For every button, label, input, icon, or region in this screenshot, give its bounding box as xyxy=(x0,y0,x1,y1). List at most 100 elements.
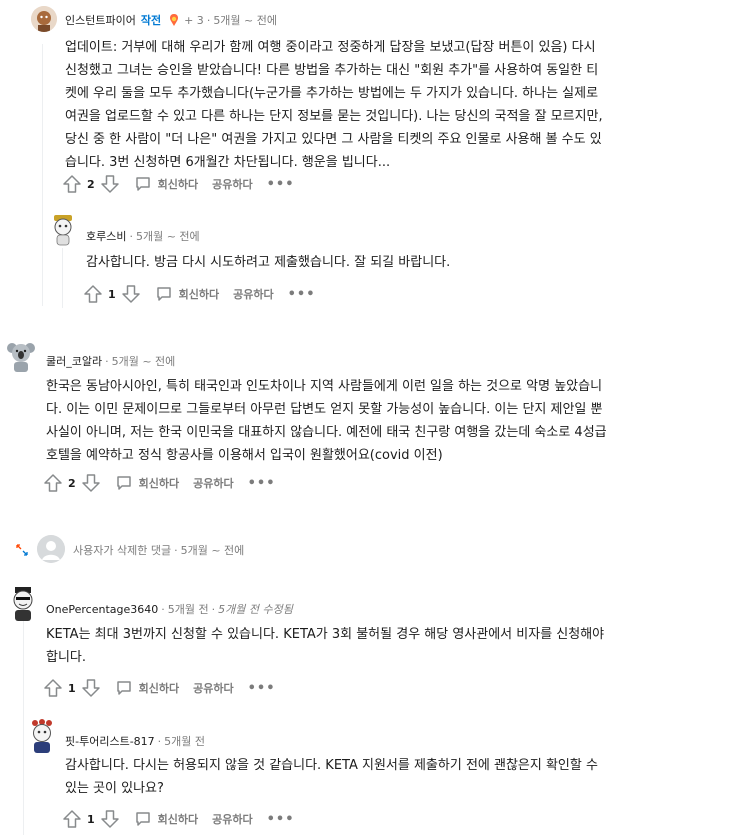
comment-meta: OnePercentage3640 · 5개월 전 · 5개월 전 수정됨 xyxy=(46,601,293,617)
more-options-button[interactable]: ••• xyxy=(267,812,295,827)
comment-time[interactable]: 5개월 ~ 전에 xyxy=(181,542,245,558)
reply-label: 회신하다 xyxy=(138,477,180,490)
downvote-icon[interactable] xyxy=(100,809,120,829)
comment-body: 감사합니다. 다시는 허용되지 않을 것 같습니다. KETA 지원서를 제출하… xyxy=(65,754,598,800)
user-avatar[interactable] xyxy=(50,213,76,247)
vote-count: 2 xyxy=(87,177,95,191)
reply-label: 회신하다 xyxy=(178,288,220,301)
downvote-icon[interactable] xyxy=(81,473,101,493)
comment-meta: 사용자가 삭제한 댓글 · 5개월 ~ 전에 xyxy=(73,542,244,558)
upvote-icon[interactable] xyxy=(62,809,82,829)
comment-line: KETA는 최대 3번까지 신청할 수 있습니다. KETA가 3회 불허될 경… xyxy=(46,627,605,642)
award-count: + 3 xyxy=(184,13,204,27)
upvote-icon[interactable] xyxy=(43,678,63,698)
downvote-icon[interactable] xyxy=(121,284,141,304)
deleted-label: 사용자가 삭제한 댓글 xyxy=(73,544,172,557)
user-avatar[interactable] xyxy=(27,718,57,754)
comment-body: 감사합니다. 방금 다시 시도하려고 제출했습니다. 잘 되길 바랍니다. xyxy=(86,251,450,274)
comment-actions: 2 회신하다 공유하다 ••• xyxy=(43,471,276,495)
username[interactable]: OnePercentage3640 xyxy=(46,603,158,616)
default-avatar-icon xyxy=(37,535,65,563)
comment-line: 켓에 우리 둘을 모두 추가했습니다(누군가를 추가하는 방법에는 두 가지가 … xyxy=(65,86,599,101)
share-button[interactable]: 공유하다 xyxy=(212,811,252,827)
more-options-button[interactable]: ••• xyxy=(248,476,276,491)
avatar-icon xyxy=(31,6,57,32)
reply-label: 회신하다 xyxy=(157,178,199,191)
reply-button[interactable]: 회신하다 xyxy=(115,679,179,697)
more-options-button[interactable]: ••• xyxy=(248,681,276,696)
meta-separator: · xyxy=(129,229,133,243)
reply-label: 회신하다 xyxy=(157,813,199,826)
comment-time[interactable]: 5개월 ~ 전에 xyxy=(213,12,277,28)
award-icon[interactable] xyxy=(167,13,181,27)
username[interactable]: 핏-투어리스트-817 xyxy=(65,733,155,749)
more-options-button[interactable]: ••• xyxy=(288,287,316,302)
username[interactable]: 쿨러_코알라 xyxy=(46,353,102,369)
comment-line: 있는 곳이 있나요? xyxy=(65,781,164,796)
user-avatar[interactable] xyxy=(8,586,38,622)
meta-separator: · xyxy=(211,602,216,616)
comment-meta: 호루스비 · 5개월 ~ 전에 xyxy=(86,228,200,244)
more-options-button[interactable]: ••• xyxy=(267,177,295,192)
comment-line: 사실이 아니며, 저는 한국 이민국을 대표하지 않습니다. 예전에 태국 친구… xyxy=(46,425,607,440)
deleted-avatar xyxy=(37,535,65,563)
comment-bubble-icon xyxy=(116,476,131,490)
comment-body: 업데이트: 거부에 대해 우리가 함께 여행 중이라고 정중하게 답장을 보냈고… xyxy=(65,36,603,174)
reply-button[interactable]: 회신하다 xyxy=(115,474,179,492)
meta-separator: · xyxy=(206,13,211,27)
comment-line: 감사합니다. 방금 다시 시도하려고 제출했습니다. 잘 되길 바랍니다. xyxy=(86,255,451,270)
upvote-icon[interactable] xyxy=(43,473,63,493)
avatar-icon xyxy=(13,587,33,621)
thread-line[interactable] xyxy=(42,44,43,306)
upvote-icon[interactable] xyxy=(83,284,103,304)
reply-label: 회신하다 xyxy=(138,682,180,695)
username[interactable]: 인스턴트파이어 xyxy=(65,12,136,28)
share-button[interactable]: 공유하다 xyxy=(193,680,233,696)
username[interactable]: 호루스비 xyxy=(86,228,126,244)
comment-time[interactable]: 5개월 전 xyxy=(168,601,209,617)
share-button[interactable]: 공유하다 xyxy=(193,475,233,491)
reply-button[interactable]: 회신하다 xyxy=(134,810,198,828)
thread-line[interactable] xyxy=(62,248,63,308)
comment-line: 신청했고 그녀는 승인을 받았습니다! 다른 방법을 추가하는 대신 "회원 추… xyxy=(65,63,599,78)
downvote-icon[interactable] xyxy=(100,174,120,194)
reply-button[interactable]: 회신하다 xyxy=(134,175,198,193)
comment-time[interactable]: 5개월 ~ 전에 xyxy=(136,228,200,244)
comment-body: 한국은 동남아시아인, 특히 태국인과 인도차이나 지역 사람들에게 이런 일을… xyxy=(46,375,607,467)
reply-button[interactable]: 회신하다 xyxy=(155,285,219,303)
comment-line: 당신 중 한 사람이 "더 나은" 여권을 가지고 있다면 그 사람을 티켓의 … xyxy=(65,132,602,147)
comment-meta: 핏-투어리스트-817 · 5개월 전 xyxy=(65,733,205,749)
comment-bubble-icon xyxy=(116,681,131,695)
comment-line: 합니다. xyxy=(46,650,87,665)
user-avatar[interactable] xyxy=(31,6,57,32)
op-badge: 작전 xyxy=(140,14,162,27)
downvote-icon[interactable] xyxy=(81,678,101,698)
vote-count: 2 xyxy=(68,476,76,490)
thread-line[interactable] xyxy=(23,620,24,835)
share-button[interactable]: 공유하다 xyxy=(233,286,273,302)
vote-count: 1 xyxy=(68,681,76,695)
expand-thread-icon[interactable] xyxy=(15,542,29,561)
upvote-icon[interactable] xyxy=(62,174,82,194)
meta-separator: · xyxy=(174,543,178,557)
user-avatar[interactable] xyxy=(6,338,36,374)
meta-separator: · xyxy=(161,602,165,616)
comment-time[interactable]: 5개월 전 xyxy=(164,733,205,749)
edited-label: 5개월 전 수정됨 xyxy=(218,603,293,616)
comment-bubble-icon xyxy=(135,812,150,826)
comment-line: 업데이트: 거부에 대해 우리가 함께 여행 중이라고 정중하게 답장을 보냈고… xyxy=(65,40,596,55)
comment-actions: 1 회신하다 공유하다 ••• xyxy=(83,282,316,306)
comment-time[interactable]: 5개월 ~ 전에 xyxy=(112,353,176,369)
comment-meta: 인스턴트파이어 작전 + 3 · 5개월 ~ 전에 xyxy=(65,12,277,28)
avatar-icon xyxy=(54,215,72,246)
share-button[interactable]: 공유하다 xyxy=(212,176,252,192)
vote-count: 1 xyxy=(87,812,95,826)
avatar-icon xyxy=(7,343,35,372)
comment-line: 한국은 동남아시아인, 특히 태국인과 인도차이나 지역 사람들에게 이런 일을… xyxy=(46,379,603,394)
meta-separator: · xyxy=(105,354,109,368)
vote-count: 1 xyxy=(108,287,116,301)
comment-body: KETA는 최대 3번까지 신청할 수 있습니다. KETA가 3회 불허될 경… xyxy=(46,623,604,669)
comment-bubble-icon xyxy=(135,177,150,191)
comment-actions: 1 회신하다 공유하다 ••• xyxy=(43,676,276,700)
comment-actions: 2 회신하다 공유하다 ••• xyxy=(62,172,295,196)
